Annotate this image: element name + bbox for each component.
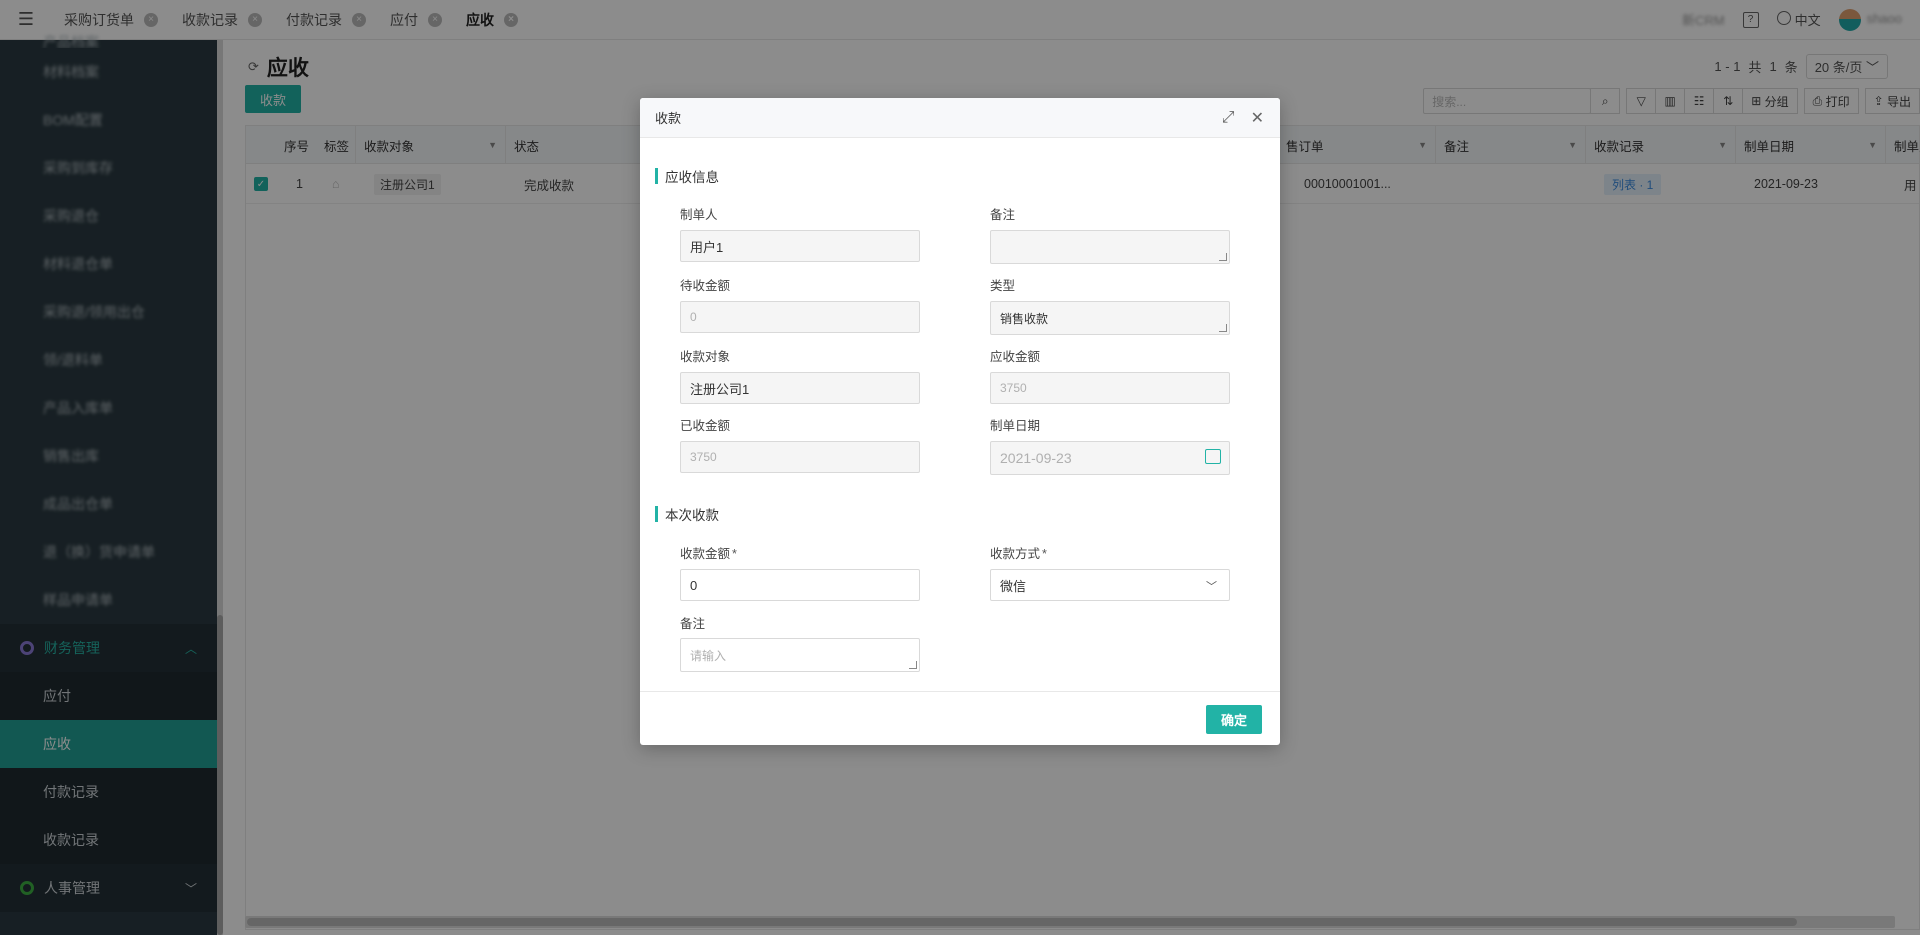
method-label: 收款方式 * — [990, 547, 1047, 561]
pending-amount-field: 0 — [680, 301, 920, 333]
calendar-icon — [1205, 449, 1221, 464]
amount-input[interactable]: 0 — [680, 569, 920, 601]
resize-handle-icon — [1219, 324, 1227, 332]
resize-handle-icon — [909, 661, 917, 669]
section-this-receipt: 本次收款 — [655, 504, 719, 524]
received-amount-field: 3750 — [680, 441, 920, 473]
resize-handle-icon — [1219, 253, 1227, 261]
type-label: 类型 — [990, 279, 1016, 293]
receivable-label: 应收金额 — [990, 350, 1041, 364]
date-field: 2021-09-23 — [990, 441, 1230, 475]
creator-label: 制单人 — [680, 208, 718, 222]
section-receivable-info: 应收信息 — [655, 166, 719, 186]
dialog-header-icons: ⤢ ✕ — [1222, 108, 1280, 128]
received-label: 已收金额 — [680, 419, 731, 433]
date-label: 制单日期 — [990, 419, 1041, 433]
pending-label: 待收金额 — [680, 279, 731, 293]
target-field: 注册公司1 — [680, 372, 920, 404]
chevron-down-icon: ﹀ — [1206, 581, 1217, 593]
required-mark: * — [1042, 547, 1047, 561]
close-icon[interactable]: ✕ — [1251, 108, 1264, 128]
note-label: 备注 — [680, 617, 706, 631]
section-bar — [655, 168, 658, 184]
target-label: 收款对象 — [680, 350, 731, 364]
creator-field: 用户1 — [680, 230, 920, 262]
method-select[interactable]: 微信 ﹀ — [990, 569, 1230, 601]
required-mark: * — [732, 547, 737, 561]
receivable-amount-field: 3750 — [990, 372, 1230, 404]
dialog-title: 收款 — [655, 111, 682, 126]
receive-dialog: 收款 ⤢ ✕ 应收信息 制单人 用户1 备注 待收金额 0 类型 销售收款 收款… — [640, 98, 1280, 745]
remark-field — [990, 230, 1230, 264]
section-bar — [655, 506, 658, 522]
dialog-footer: 确定 — [640, 691, 1280, 745]
dialog-header: 收款 ⤢ ✕ — [640, 98, 1280, 138]
note-textarea[interactable]: 请输入 — [680, 638, 920, 672]
confirm-button[interactable]: 确定 — [1206, 705, 1262, 734]
remark-label: 备注 — [990, 208, 1016, 222]
fullscreen-icon[interactable]: ⤢ — [1222, 109, 1235, 127]
type-field: 销售收款 — [990, 301, 1230, 335]
amount-label: 收款金额 * — [680, 547, 737, 561]
